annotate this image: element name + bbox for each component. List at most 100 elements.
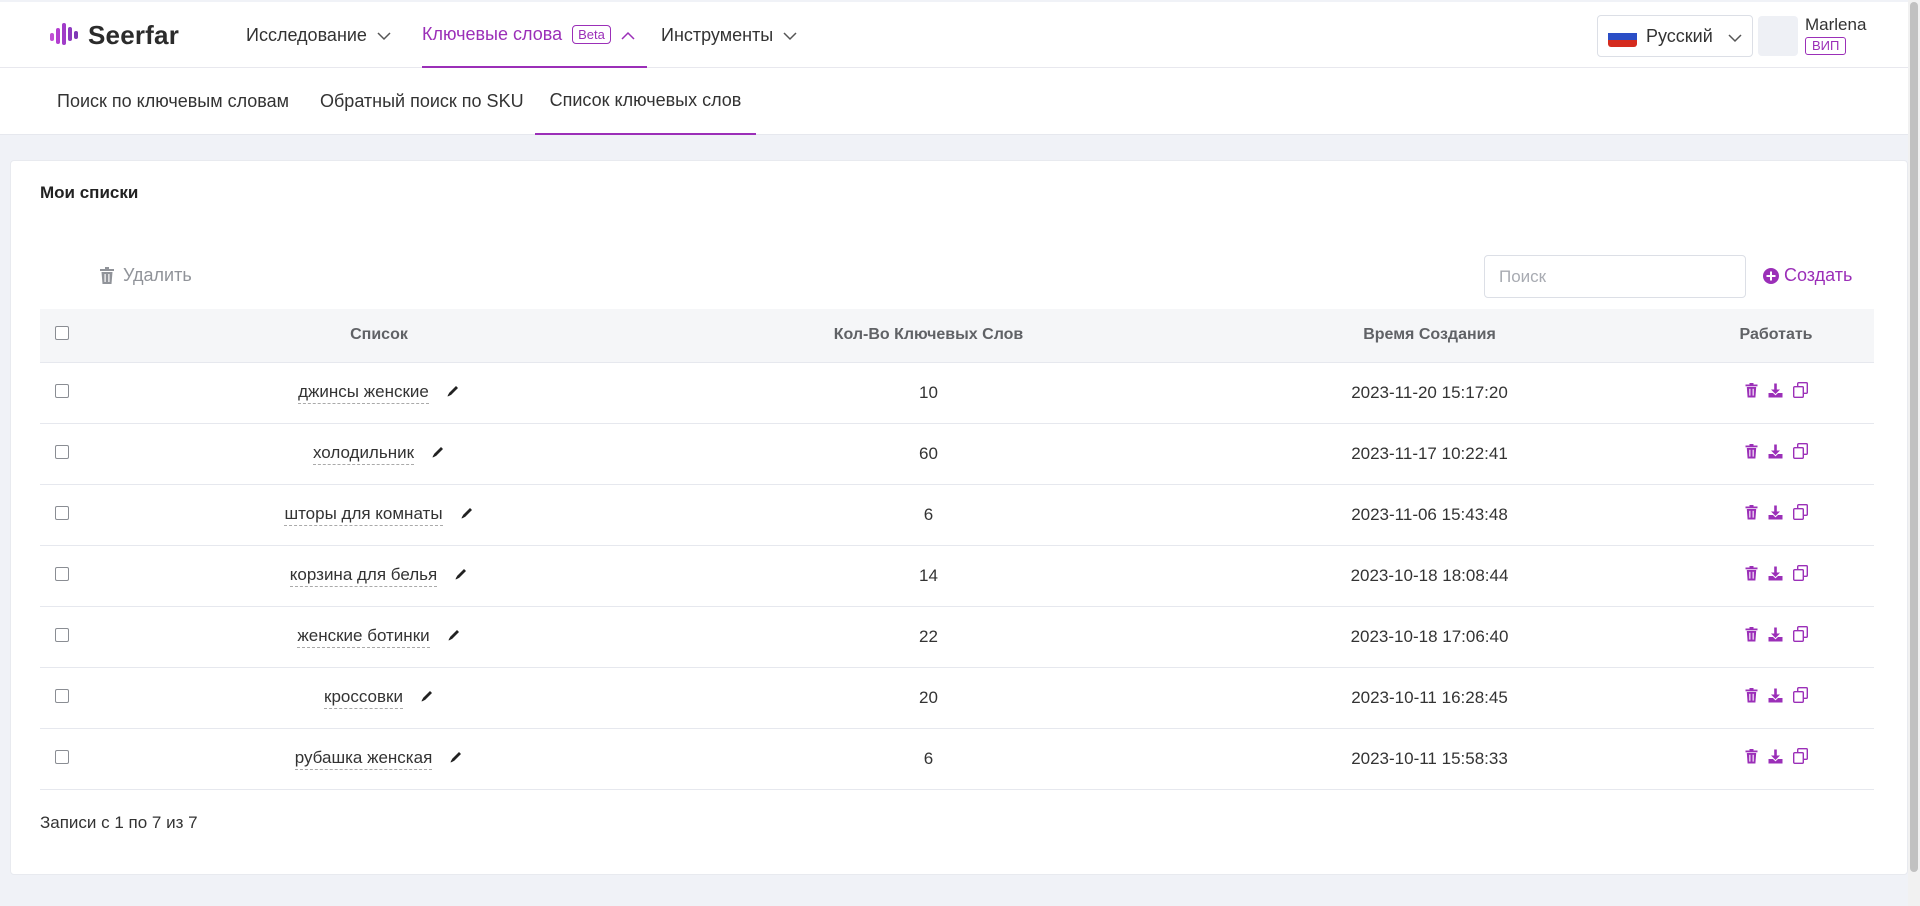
tab-reverse-sku[interactable]: Обратный поиск по SKU <box>320 68 524 135</box>
nav-research[interactable]: Исследование <box>246 2 391 68</box>
table-row: женские ботинки 22 2023-10-18 17:06:40 <box>40 606 1874 668</box>
pencil-icon[interactable] <box>449 749 463 769</box>
pencil-icon[interactable] <box>431 444 445 464</box>
table-body: джинсы женские 10 2023-11-20 15:17:20 холод… <box>40 362 1874 790</box>
row-actions <box>1745 503 1808 525</box>
list-name-cell: кроссовки <box>324 687 434 709</box>
nav-keywords[interactable]: Ключевые слова Beta <box>422 2 647 68</box>
list-name-link[interactable]: рубашка женская <box>294 748 433 770</box>
download-icon[interactable] <box>1768 627 1783 647</box>
plus-circle-icon <box>1763 267 1779 284</box>
row-checkbox[interactable] <box>55 444 69 459</box>
top-header: Seerfar Исследование Ключевые слова Beta… <box>0 2 1908 68</box>
download-icon[interactable] <box>1768 383 1783 403</box>
pencil-icon[interactable] <box>420 688 434 708</box>
keyword-count: 6 <box>676 484 1181 546</box>
keyword-count: 14 <box>676 545 1181 607</box>
tab-keyword-lists-label: Список ключевых слов <box>549 90 742 110</box>
download-icon[interactable] <box>1768 444 1783 464</box>
trash-icon[interactable] <box>1745 565 1758 586</box>
column-header-created-time[interactable]: Время Создания <box>1181 309 1678 363</box>
tab-keyword-lists[interactable]: Список ключевых слов <box>535 68 756 135</box>
list-name-link[interactable]: холодильник <box>312 443 415 465</box>
pencil-icon[interactable] <box>460 505 474 525</box>
scrollbar[interactable] <box>1908 0 1920 906</box>
keyword-count: 22 <box>676 606 1181 668</box>
row-checkbox[interactable] <box>55 749 69 764</box>
select-all-checkbox[interactable] <box>55 325 69 340</box>
trash-icon[interactable] <box>1745 504 1758 525</box>
list-name-link[interactable]: корзина для белья <box>289 565 438 587</box>
created-time: 2023-11-20 15:17:20 <box>1181 362 1678 424</box>
pencil-icon[interactable] <box>454 566 468 586</box>
nav-tools-label: Инструменты <box>661 24 774 45</box>
copy-icon[interactable] <box>1792 625 1808 647</box>
table-row: рубашка женская 6 2023-10-11 15:58:33 <box>40 728 1874 790</box>
trash-icon[interactable] <box>1745 443 1758 464</box>
keyword-count: 20 <box>676 667 1181 729</box>
copy-icon[interactable] <box>1792 747 1808 769</box>
copy-icon[interactable] <box>1792 686 1808 708</box>
trash-icon[interactable] <box>1745 748 1758 769</box>
nav-tools[interactable]: Инструменты <box>661 2 797 68</box>
row-checkbox[interactable] <box>55 688 69 703</box>
language-label: Русский <box>1646 25 1713 46</box>
avatar[interactable] <box>1758 16 1798 56</box>
list-name-link[interactable]: кроссовки <box>324 687 403 709</box>
logo[interactable]: Seerfar <box>50 19 179 51</box>
trash-icon[interactable] <box>1745 626 1758 647</box>
download-icon[interactable] <box>1768 505 1783 525</box>
copy-icon[interactable] <box>1792 381 1808 403</box>
scrollbar-thumb[interactable] <box>1910 2 1918 872</box>
row-actions <box>1745 381 1808 403</box>
table-header-row: Список Кол-Во Ключевых Слов Время Создан… <box>40 309 1874 363</box>
row-checkbox[interactable] <box>55 566 69 581</box>
pencil-icon[interactable] <box>446 383 460 403</box>
copy-icon[interactable] <box>1792 564 1808 586</box>
create-label: Создать <box>1784 265 1853 285</box>
keyword-count: 60 <box>676 423 1181 485</box>
keyword-count: 10 <box>676 362 1181 424</box>
list-name-link[interactable]: джинсы женские <box>298 382 429 404</box>
chevron-up-icon <box>621 24 635 45</box>
column-header-actions: Работать <box>1678 309 1874 363</box>
list-name-cell: шторы для комнаты <box>284 504 473 526</box>
create-button[interactable]: Создать <box>1763 265 1852 286</box>
table-row: джинсы женские 10 2023-11-20 15:17:20 <box>40 362 1874 424</box>
trash-icon[interactable] <box>1745 687 1758 708</box>
beta-badge: Beta <box>572 24 611 44</box>
tab-keyword-search[interactable]: Поиск по ключевым словам <box>57 68 289 135</box>
list-name-cell: корзина для белья <box>289 565 468 587</box>
list-name-link[interactable]: шторы для комнаты <box>284 504 443 526</box>
delete-label: Удалить <box>123 265 192 285</box>
download-icon[interactable] <box>1768 688 1783 708</box>
column-header-list[interactable]: Список <box>82 309 676 363</box>
download-icon[interactable] <box>1768 749 1783 769</box>
download-icon[interactable] <box>1768 566 1783 586</box>
logo-bars-icon <box>50 23 78 45</box>
created-time: 2023-10-18 18:08:44 <box>1181 545 1678 607</box>
column-header-keyword-count[interactable]: Кол-Во Ключевых Слов <box>676 309 1181 363</box>
delete-button[interactable]: Удалить <box>99 265 192 286</box>
copy-icon[interactable] <box>1792 503 1808 525</box>
list-name-link[interactable]: женские ботинки <box>297 626 430 648</box>
trash-icon[interactable] <box>1745 382 1758 403</box>
copy-icon[interactable] <box>1792 442 1808 464</box>
row-checkbox[interactable] <box>55 627 69 642</box>
row-checkbox[interactable] <box>55 505 69 520</box>
search-input[interactable] <box>1484 255 1746 298</box>
tab-keyword-search-label: Поиск по ключевым словам <box>57 91 290 111</box>
my-lists-card: Мои списки Удалить Создать <box>10 160 1908 875</box>
user-name[interactable]: Marlena <box>1805 15 1866 35</box>
chevron-down-icon <box>377 25 391 46</box>
pencil-icon[interactable] <box>447 627 461 647</box>
row-checkbox[interactable] <box>55 383 69 398</box>
language-select[interactable]: Русский <box>1597 15 1753 57</box>
row-actions <box>1745 747 1808 769</box>
list-name-cell: рубашка женская <box>294 748 464 770</box>
created-time: 2023-10-11 16:28:45 <box>1181 667 1678 729</box>
list-name-cell: джинсы женские <box>298 382 460 404</box>
logo-text: Seerfar <box>88 19 180 50</box>
table-row: кроссовки 20 2023-10-11 16:28:45 <box>40 667 1874 729</box>
created-time: 2023-10-11 15:58:33 <box>1181 728 1678 790</box>
